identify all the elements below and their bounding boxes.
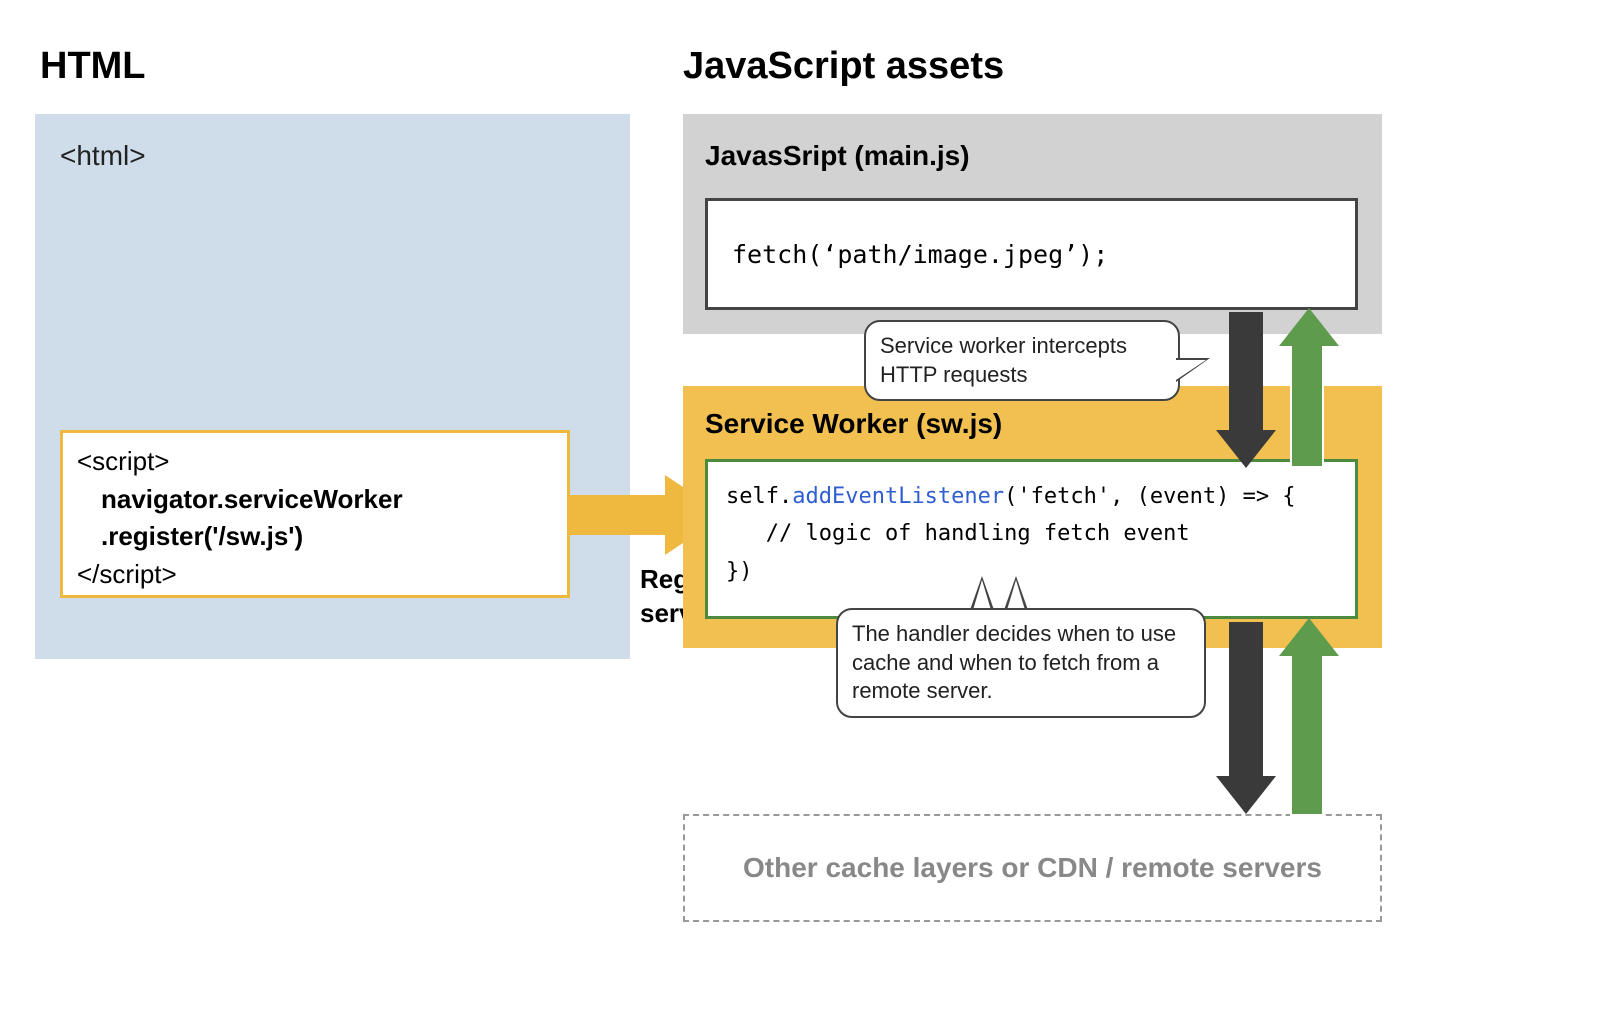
sw-code-line1-suffix: ('fetch', (event) => { <box>1004 484 1295 509</box>
bubble2-tail1-icon <box>970 576 994 610</box>
html-section-title: HTML <box>40 45 146 88</box>
cdn-box: Other cache layers or CDN / remote serve… <box>683 814 1382 922</box>
arrow-down1-head-icon <box>1216 430 1276 468</box>
script-close-tag: </script> <box>77 559 177 589</box>
sw-code-line1-keyword: addEventListener <box>792 484 1004 509</box>
arrow-up1-head-icon <box>1279 308 1339 346</box>
bubble-intercepts-text: Service worker intercepts HTTP requests <box>880 333 1127 387</box>
arrow-down2-head-icon <box>1216 776 1276 814</box>
script-code-line2: .register('/sw.js') <box>77 521 303 551</box>
arrow-down1-shaft-icon <box>1229 312 1263 434</box>
html-tag-text: <html> <box>60 140 146 172</box>
script-code-line1: navigator.serviceWorker <box>77 484 403 514</box>
script-box: <script> navigator.serviceWorker .regist… <box>60 430 570 598</box>
fetch-code: fetch(‘path/image.jpeg’); <box>732 240 1108 269</box>
cdn-text: Other cache layers or CDN / remote serve… <box>743 852 1322 884</box>
arrow-up1-shaft-icon <box>1290 342 1324 468</box>
diagram-canvas: HTML JavaScript assets <html> <script> n… <box>0 0 1600 1032</box>
sw-code-line3: }) <box>726 559 753 584</box>
sw-code-box: self.addEventListener('fetch', (event) =… <box>705 459 1358 619</box>
sw-code-line1-prefix: self. <box>726 484 792 509</box>
sw-panel-title: Service Worker (sw.js) <box>705 408 1002 440</box>
arrow-up2-head-icon <box>1279 618 1339 656</box>
bubble2-tail2-icon <box>1004 576 1028 610</box>
fetch-code-box: fetch(‘path/image.jpeg’); <box>705 198 1358 310</box>
bubble1-tail-icon <box>1176 358 1210 382</box>
bubble-handler: The handler decides when to use cache an… <box>836 608 1206 718</box>
script-open-tag: <script> <box>77 446 170 476</box>
bubble-handler-text: The handler decides when to use cache an… <box>852 621 1176 703</box>
arrow-down2-shaft-icon <box>1229 622 1263 780</box>
bubble-intercepts: Service worker intercepts HTTP requests <box>864 320 1180 401</box>
js-section-title: JavaScript assets <box>683 45 1004 88</box>
arrow-up2-shaft-icon <box>1290 652 1324 816</box>
js-main-title: JavasSript (main.js) <box>705 140 970 172</box>
sw-code-line2: // logic of handling fetch event <box>726 521 1190 546</box>
